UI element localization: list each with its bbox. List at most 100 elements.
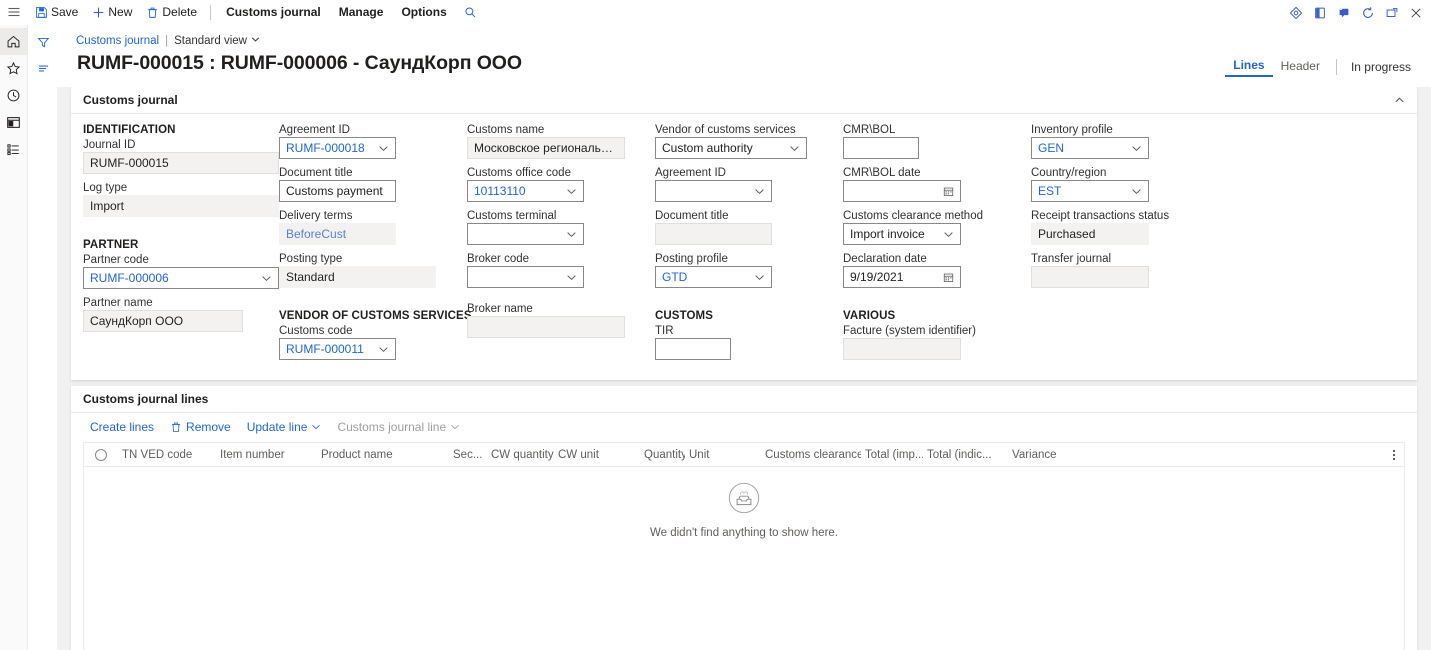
column-header-variance[interactable]: Variance (1008, 449, 1088, 461)
posting-profile-combo[interactable]: GTD (655, 266, 772, 288)
rail-item-favorites[interactable] (0, 55, 28, 82)
delivery-terms-value-box[interactable]: BeforeCust (279, 223, 396, 245)
close-icon[interactable] (1404, 1, 1427, 24)
agreement-id-2-combo[interactable] (655, 180, 772, 202)
customs-journal-line-button[interactable]: Customs journal line (330, 418, 467, 436)
breadcrumb-link[interactable]: Customs journal (76, 35, 159, 47)
chevron-down-icon[interactable] (754, 272, 765, 283)
popout-icon[interactable] (1380, 1, 1403, 24)
field-log-type-label: Log type (83, 182, 128, 194)
menu-options[interactable]: Options (392, 0, 455, 25)
customs-code-combo[interactable]: RUMF-000011 (279, 338, 396, 360)
column-header-sec[interactable]: Sec... (449, 449, 487, 461)
view-selector[interactable]: Standard view (174, 35, 260, 47)
declaration-date-input[interactable]: 9/19/2021 (843, 266, 961, 288)
delete-button[interactable]: Delete (139, 0, 204, 25)
chevron-down-icon[interactable] (1131, 186, 1142, 197)
column-header-item-number[interactable]: Item number (216, 449, 317, 461)
remove-button[interactable]: Remove (163, 418, 238, 436)
chevron-down-icon[interactable] (378, 143, 389, 154)
country-region-combo[interactable]: EST (1031, 180, 1149, 202)
menu-customs-journal[interactable]: Customs journal (217, 0, 330, 25)
tir-input[interactable] (655, 338, 731, 360)
field-broker-code: Broker code (467, 253, 655, 288)
field-country-region: Country/region EST (1031, 167, 1219, 202)
gem-icon[interactable] (1284, 1, 1307, 24)
hamburger-menu-icon[interactable] (0, 0, 28, 25)
column-header-customs-clearance[interactable]: Customs clearance ... (761, 449, 861, 461)
customs-clearance-method-combo[interactable]: Import invoice (843, 223, 961, 245)
tab-header[interactable]: Header (1273, 57, 1328, 76)
more-vertical-icon[interactable] (1388, 443, 1400, 467)
field-tir: TIR (655, 325, 843, 360)
vendor-of-customs-services-combo[interactable]: Custom authority (655, 137, 807, 159)
tab-lines[interactable]: Lines (1225, 56, 1273, 77)
search-icon[interactable] (458, 0, 484, 25)
field-cmr-bol-date: CMR\BOL date (843, 167, 1031, 202)
chevron-down-icon[interactable] (754, 186, 765, 197)
agreement-id-1-value: RUMF-000018 (286, 141, 365, 155)
column-header-tn-ved-code[interactable]: TN VED code (118, 449, 216, 461)
facture-system-identifier-input[interactable] (843, 338, 961, 360)
refresh-icon[interactable] (1356, 1, 1379, 24)
rail-item-home[interactable] (0, 28, 28, 55)
document-title-2-input[interactable] (655, 223, 772, 245)
column-header-total-import[interactable]: Total (imp... (861, 449, 923, 461)
journal-id-input[interactable]: RUMF-000015 (83, 152, 279, 174)
calendar-icon[interactable] (943, 186, 954, 197)
column-header-cw-unit[interactable]: CW unit (554, 449, 640, 461)
cmr-bol-date-input[interactable] (843, 180, 961, 202)
update-line-button[interactable]: Update line (240, 418, 329, 436)
column-header-unit[interactable]: Unit (685, 449, 761, 461)
column-header-cw-quantity[interactable]: CW quantity (487, 449, 554, 461)
column-header-quantity[interactable]: Quantity (640, 449, 685, 461)
inventory-profile-combo[interactable]: GEN (1031, 137, 1149, 159)
customs-name-input[interactable]: Московское региональное ... (467, 137, 625, 159)
chevron-down-icon[interactable] (789, 143, 800, 154)
cmr-bol-input[interactable] (843, 137, 919, 159)
customs-journal-lines-panel-header[interactable]: Customs journal lines (71, 386, 1417, 413)
posting-profile-value: GTD (662, 270, 688, 284)
partner-code-combo[interactable]: RUMF-000006 (83, 267, 279, 289)
chevron-up-icon[interactable] (1394, 87, 1405, 114)
select-all-cell[interactable] (84, 448, 118, 461)
panel-icon[interactable] (1308, 1, 1331, 24)
field-country-region-label: Country/region (1031, 167, 1107, 179)
filter-icon[interactable] (29, 29, 57, 55)
field-posting-type: Posting type Standard (279, 253, 467, 288)
radio-select-all[interactable] (95, 448, 107, 461)
broker-code-combo[interactable] (467, 266, 584, 288)
rail-item-recent[interactable] (0, 82, 28, 109)
menu-manage[interactable]: Manage (330, 0, 393, 25)
grid-header-row: TN VED code Item number Product name Sec… (84, 443, 1404, 467)
customs-terminal-combo[interactable] (467, 223, 584, 245)
create-lines-button[interactable]: Create lines (83, 418, 161, 436)
chevron-down-icon[interactable] (566, 272, 577, 283)
chevron-down-icon[interactable] (566, 186, 577, 197)
chevron-down-icon[interactable] (1131, 143, 1142, 154)
transfer-journal-input[interactable] (1031, 266, 1149, 288)
customs-journal-panel-header[interactable]: Customs journal (71, 87, 1417, 114)
chevron-down-icon[interactable] (261, 273, 272, 284)
agreement-id-1-combo[interactable]: RUMF-000018 (279, 137, 396, 159)
new-button[interactable]: New (85, 0, 139, 25)
broker-name-input[interactable] (467, 316, 625, 338)
field-partner-name-label: Partner name (83, 297, 153, 309)
chevron-down-icon[interactable] (378, 344, 389, 355)
document-title-1-input[interactable]: Customs payment (279, 180, 396, 202)
vendor-of-customs-services-value: Custom authority (662, 141, 753, 155)
partner-name-input[interactable]: СаундКорп ООО (83, 310, 243, 332)
field-customs-code-label: Customs code (279, 325, 353, 337)
calendar-icon[interactable] (943, 272, 954, 283)
rail-item-workspaces[interactable] (0, 109, 28, 136)
column-header-product-name[interactable]: Product name (317, 449, 449, 461)
notifications-icon[interactable]: 0 (1332, 1, 1355, 24)
rail-item-modules[interactable] (0, 136, 28, 163)
chevron-down-icon[interactable] (943, 229, 954, 240)
sort-lines-icon[interactable] (29, 55, 57, 81)
column-header-total-indicative[interactable]: Total (indic... (923, 449, 1008, 461)
customs-office-code-combo[interactable]: 10113110 (467, 180, 584, 202)
chevron-down-icon[interactable] (566, 229, 577, 240)
page-title: RUMF-000015 : RUMF-000006 - СаундКорп ОО… (77, 52, 522, 74)
save-button[interactable]: Save (28, 0, 85, 25)
